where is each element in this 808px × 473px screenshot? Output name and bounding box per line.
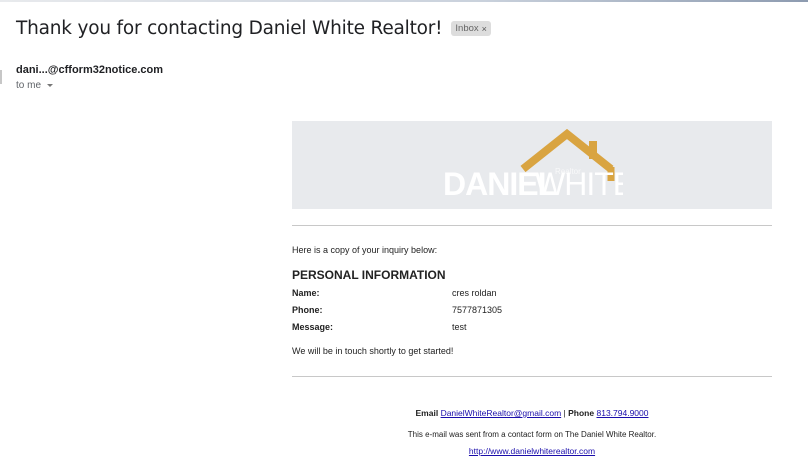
- remove-label-icon[interactable]: ×: [482, 24, 487, 34]
- daniel-white-logo: DANIEL WHITE Realtor: [443, 129, 623, 201]
- field-label: Phone:: [292, 305, 323, 315]
- logo-word-realtor: Realtor: [555, 167, 581, 176]
- field-value: 7577871305: [452, 305, 503, 315]
- footer-website: http://www.danielwhiterealtor.com: [292, 446, 772, 456]
- logo-banner: DANIEL WHITE Realtor: [292, 121, 772, 209]
- field-label: Message:: [292, 322, 334, 332]
- field-value: test: [452, 322, 467, 332]
- email-subject: Thank you for contacting Daniel White Re…: [16, 18, 443, 39]
- chevron-down-icon: [47, 84, 54, 87]
- top-accent-line: [0, 0, 808, 2]
- divider-top: [292, 225, 772, 226]
- footer-contact-line: Email DanielWhiteRealtor@gmail.com | Pho…: [292, 408, 772, 418]
- separator: |: [563, 408, 566, 418]
- inbox-label-chip[interactable]: Inbox ×: [451, 21, 491, 36]
- recipient-details-toggle[interactable]: to me: [16, 80, 54, 91]
- website-link[interactable]: http://www.danielwhiterealtor.com: [469, 446, 595, 456]
- email-label: Email: [415, 408, 439, 418]
- section-title: PERSONAL INFORMATION: [292, 268, 446, 282]
- footer-note: This e-mail was sent from a contact form…: [407, 430, 657, 439]
- field-label: Name:: [292, 288, 320, 298]
- divider-bottom: [292, 376, 772, 377]
- subject-row: Thank you for contacting Daniel White Re…: [16, 18, 491, 39]
- email-link[interactable]: DanielWhiteRealtor@gmail.com: [441, 408, 562, 418]
- phone-label: Phone: [568, 408, 595, 418]
- closing-text: We will be in touch shortly to get start…: [292, 346, 454, 356]
- inbox-label-text: Inbox: [455, 23, 479, 34]
- recipient-text: to me: [16, 80, 42, 91]
- phone-link[interactable]: 813.794.9000: [596, 408, 648, 418]
- intro-text: Here is a copy of your inquiry below:: [292, 245, 438, 255]
- sender-address[interactable]: dani...@cfform32notice.com: [16, 64, 163, 76]
- field-value: cres roldan: [452, 288, 497, 298]
- email-body: DANIEL WHITE Realtor: [292, 121, 772, 209]
- sender-avatar-edge: [0, 70, 2, 84]
